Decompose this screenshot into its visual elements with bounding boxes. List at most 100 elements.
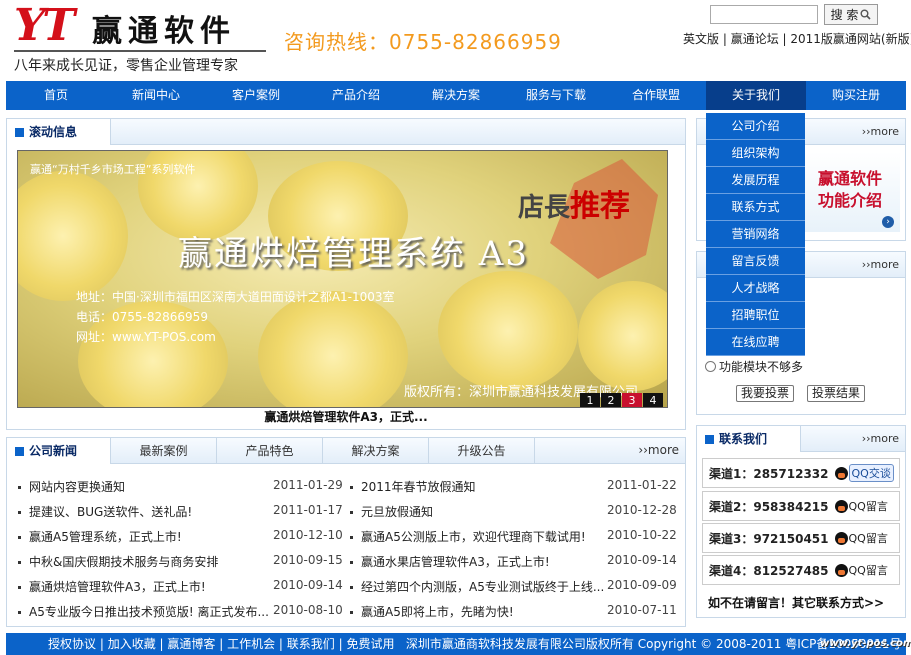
news-item[interactable]: A5专业版今日推出技术预览版! 离正式发布... xyxy=(18,603,269,620)
news-item[interactable]: 2011年春节放假通知 xyxy=(350,478,476,495)
tab-company-news[interactable]: 公司新闻 xyxy=(7,438,111,464)
news-item[interactable]: 提建议、BUG送软件、送礼品! xyxy=(18,503,192,520)
footer-link-blog[interactable]: 赢通博客 xyxy=(167,637,215,651)
bullet-icon xyxy=(18,486,21,489)
news-item-title: 2011年春节放假通知 xyxy=(361,480,476,494)
nav-item-cases[interactable]: 客户案例 xyxy=(206,81,306,110)
news-item-title: 网站内容更换通知 xyxy=(29,480,126,494)
bullet-icon xyxy=(350,486,353,489)
qq-message-link[interactable]: QQ留言 xyxy=(849,530,888,546)
news-item[interactable]: 网站内容更换通知 xyxy=(18,478,125,495)
footer-watermark: www.yt-pos.com xyxy=(820,638,911,649)
tab-solutions[interactable]: 解决方案 xyxy=(323,438,429,464)
channel-label: 渠道1：285712332 xyxy=(709,466,829,481)
contact-panel: 联系我们 ››more xyxy=(696,425,906,618)
contact-more-link[interactable]: ››more xyxy=(862,432,899,445)
pager-page-1[interactable]: 1 xyxy=(580,393,600,407)
about-dropdown-menu: 公司介绍 组织架构 发展历程 联系方式 营销网络 留言反馈 人才战略 招聘职位 … xyxy=(706,113,805,356)
menu-item-history[interactable]: 发展历程 xyxy=(706,167,805,194)
banner-title: 赢通烘焙管理系统 A3 xyxy=(178,234,529,274)
news-item[interactable]: 中秋&国庆假期技术服务与商务安排 xyxy=(18,553,218,570)
news-more-link[interactable]: ››more xyxy=(638,443,679,457)
news-item[interactable]: 赢通水果店管理软件A3，正式上市! xyxy=(350,553,550,570)
tab-latest-cases[interactable]: 最新案例 xyxy=(111,438,217,464)
contact-channel-4: 渠道4：812527485 QQ留言 xyxy=(702,555,900,585)
menu-item-feedback[interactable]: 留言反馈 xyxy=(706,248,805,275)
pager-page-4[interactable]: 4 xyxy=(643,393,663,407)
logo-mark[interactable]: YT xyxy=(14,2,75,50)
news-item-date: 2011-01-22 xyxy=(607,478,677,492)
nav-item-buy[interactable]: 购买注册 xyxy=(806,81,906,110)
feature-intro-banner[interactable]: 赢通软件 功能介绍 › xyxy=(800,152,900,232)
scroll-info-title: 滚动信息 xyxy=(7,119,111,145)
menu-item-company-intro[interactable]: 公司介绍 xyxy=(706,113,805,140)
bullet-icon xyxy=(18,561,21,564)
search-button-label: 搜 索 xyxy=(830,8,859,22)
bullet-icon xyxy=(18,611,21,614)
nav-item-home[interactable]: 首页 xyxy=(6,81,106,110)
news-item[interactable]: 元旦放假通知 xyxy=(350,503,433,520)
promo-banner[interactable]: 赢通“万村千乡市场工程”系列软件 店長推荐 赢通烘焙管理系统 A3 地址：中国·… xyxy=(17,150,668,408)
news-item[interactable]: 赢通烘焙管理软件A3，正式上市! xyxy=(18,578,206,595)
footer-link-trial[interactable]: 免费试用 xyxy=(346,637,394,651)
vote-radio[interactable] xyxy=(705,361,716,372)
tab-product-features[interactable]: 产品特色 xyxy=(217,438,323,464)
hotline: 咨询热线：0755-82866959 xyxy=(284,30,562,54)
slogan: 八年来成长见证，零售企业管理专家 xyxy=(14,58,238,74)
news-item-date: 2010-08-10 xyxy=(273,603,343,617)
about-more-link[interactable]: ››more xyxy=(862,125,899,138)
contact-title: 联系我们 xyxy=(697,426,801,452)
logo-divider xyxy=(14,50,266,52)
qq-icon xyxy=(834,563,848,577)
footer-link-jobs[interactable]: 工作机会 xyxy=(227,637,275,651)
nav-item-downloads[interactable]: 服务与下载 xyxy=(506,81,606,110)
vote-button[interactable]: 我要投票 xyxy=(736,385,795,402)
pager-page-3[interactable]: 3 xyxy=(622,393,642,407)
footer-link-favorite[interactable]: 加入收藏 xyxy=(108,637,156,651)
channel-label: 渠道3：972150451 xyxy=(709,531,829,546)
news-item-title: 中秋&国庆假期技术服务与商务安排 xyxy=(29,555,219,569)
pager-page-2[interactable]: 2 xyxy=(601,393,621,407)
vote-option-label: 功能模块不够多 xyxy=(719,360,804,374)
news-item-date: 2010-09-15 xyxy=(273,553,343,567)
vote-option[interactable]: 功能模块不够多 xyxy=(705,358,803,375)
menu-item-apply[interactable]: 在线应聘 xyxy=(706,329,805,356)
nav-item-solutions[interactable]: 解决方案 xyxy=(406,81,506,110)
bullet-icon xyxy=(350,611,353,614)
top-link-new-site[interactable]: 2011版赢通网站(新版) xyxy=(790,32,911,46)
news-item-title: 赢通A5管理系统，正式上市! xyxy=(29,530,182,544)
menu-item-organization[interactable]: 组织架构 xyxy=(706,140,805,167)
top-link-forum[interactable]: 赢通论坛 xyxy=(731,32,779,46)
search-button[interactable]: 搜 索 xyxy=(824,4,878,25)
footer-link-contact[interactable]: 联系我们 xyxy=(287,637,335,651)
banner-recommend: 店長推荐 xyxy=(518,181,630,225)
qq-chat-button[interactable]: QQ交谈 xyxy=(848,464,894,482)
top-link-english[interactable]: 英文版 xyxy=(683,32,719,46)
news-item-title: 赢通烘焙管理软件A3，正式上市! xyxy=(29,580,206,594)
nav-item-products[interactable]: 产品介绍 xyxy=(306,81,406,110)
banner-pager: 1 2 3 4 xyxy=(580,393,663,407)
logo-name[interactable]: 赢通软件 xyxy=(92,14,236,50)
news-item[interactable]: 经过第四个内测版，A5专业测试版终于上线... xyxy=(350,578,604,595)
footer-link-license[interactable]: 授权协议 xyxy=(48,637,96,651)
contact-channel-3: 渠道3：972150451 QQ留言 xyxy=(702,523,900,553)
banner-caption[interactable]: 赢通烘焙管理软件A3，正式... xyxy=(6,408,686,425)
contact-other-link[interactable]: 如不在请留言！其它联系方式>> xyxy=(708,594,884,611)
nav-item-partners[interactable]: 合作联盟 xyxy=(606,81,706,110)
nav-item-news[interactable]: 新闻中心 xyxy=(106,81,206,110)
menu-item-contact[interactable]: 联系方式 xyxy=(706,194,805,221)
news-item[interactable]: 赢通A5管理系统，正式上市! xyxy=(18,528,182,545)
vote-more-link[interactable]: ››more xyxy=(862,258,899,271)
qq-message-link[interactable]: QQ留言 xyxy=(849,562,888,578)
menu-item-jobs[interactable]: 招聘职位 xyxy=(706,302,805,329)
news-item[interactable]: 赢通A5公测版上市，欢迎代理商下载试用! xyxy=(350,528,586,545)
menu-item-talent[interactable]: 人才战略 xyxy=(706,275,805,302)
qq-message-link[interactable]: QQ留言 xyxy=(849,498,888,514)
nav-item-about[interactable]: 关于我们 xyxy=(706,81,806,110)
news-item[interactable]: 赢通A5即将上市，先睹为快! xyxy=(350,603,514,620)
menu-item-sales-network[interactable]: 营销网络 xyxy=(706,221,805,248)
vote-result-button[interactable]: 投票结果 xyxy=(807,385,866,402)
search-input[interactable] xyxy=(710,5,818,24)
tab-upgrade-notice[interactable]: 升级公告 xyxy=(429,438,535,464)
news-item-date: 2010-09-14 xyxy=(273,578,343,592)
